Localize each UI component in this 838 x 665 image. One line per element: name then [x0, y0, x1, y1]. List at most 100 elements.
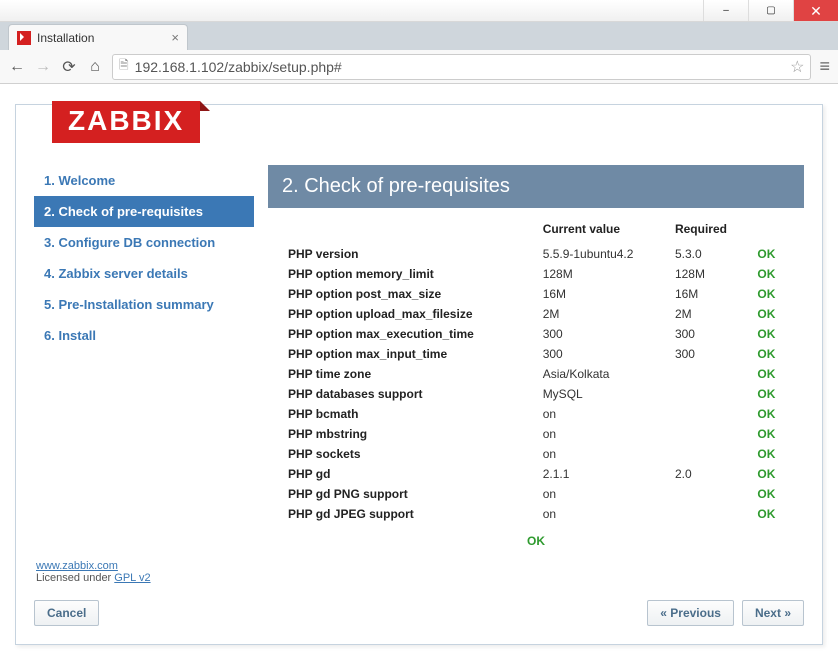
table-row: PHP version5.5.9-1ubuntu4.25.3.0OK [282, 244, 790, 264]
req-name: PHP time zone [282, 364, 537, 384]
req-name: PHP gd [282, 464, 537, 484]
summary-status: OK [527, 534, 545, 548]
wizard-step[interactable]: 4. Zabbix server details [34, 258, 254, 289]
col-status [751, 218, 790, 244]
req-current: on [537, 484, 669, 504]
req-required: 300 [669, 344, 751, 364]
req-required [669, 504, 751, 524]
wizard-step-list: 1. Welcome2. Check of pre-requisites3. C… [34, 165, 254, 351]
req-name: PHP bcmath [282, 404, 537, 424]
req-status: OK [751, 344, 790, 364]
wizard-step[interactable]: 6. Install [34, 320, 254, 351]
wizard-step[interactable]: 5. Pre-Installation summary [34, 289, 254, 320]
installer-card: ZABBIX 1. Welcome2. Check of pre-requisi… [15, 104, 823, 645]
url-text: 192.168.1.102/zabbix/setup.php# [135, 59, 342, 75]
req-status: OK [751, 364, 790, 384]
col-required: Required [669, 218, 751, 244]
window-minimize-button[interactable]: – [703, 0, 748, 21]
req-current: 2.1.1 [537, 464, 669, 484]
req-required [669, 484, 751, 504]
req-required [669, 404, 751, 424]
viewport: ZABBIX 1. Welcome2. Check of pre-requisi… [0, 84, 838, 665]
table-row: PHP option post_max_size16M16MOK [282, 284, 790, 304]
table-row: PHP time zoneAsia/Kolkata OK [282, 364, 790, 384]
table-row: PHP gd PNG supporton OK [282, 484, 790, 504]
browser-toolbar: ← → ⟳ ⌂ 🗎 192.168.1.102/zabbix/setup.php… [0, 50, 838, 84]
req-name: PHP sockets [282, 444, 537, 464]
wizard-step[interactable]: 3. Configure DB connection [34, 227, 254, 258]
req-current: 300 [537, 344, 669, 364]
col-name [282, 218, 537, 244]
req-status: OK [751, 504, 790, 524]
back-button[interactable]: ← [8, 58, 26, 76]
cancel-button[interactable]: Cancel [34, 600, 99, 626]
req-current: on [537, 504, 669, 524]
window-close-button[interactable]: ✕ [793, 0, 838, 21]
req-status: OK [751, 464, 790, 484]
table-row: PHP option upload_max_filesize2M2MOK [282, 304, 790, 324]
req-current: on [537, 424, 669, 444]
req-required [669, 444, 751, 464]
req-required: 2M [669, 304, 751, 324]
window-maximize-button[interactable]: ▢ [748, 0, 793, 21]
browser-tab[interactable]: Installation × [8, 24, 188, 50]
table-row: PHP mbstringonOK [282, 424, 790, 444]
table-row: PHP databases supportMySQL OK [282, 384, 790, 404]
req-current: 2M [537, 304, 669, 324]
req-status: OK [751, 484, 790, 504]
home-button[interactable]: ⌂ [86, 58, 104, 76]
address-bar[interactable]: 🗎 192.168.1.102/zabbix/setup.php# ☆ [112, 54, 811, 80]
table-row: PHP option memory_limit128M128MOK [282, 264, 790, 284]
wizard-step[interactable]: 1. Welcome [34, 165, 254, 196]
footer-links: www.zabbix.com Licensed under GPL v2 [34, 554, 254, 590]
req-required: 300 [669, 324, 751, 344]
site-link[interactable]: www.zabbix.com [36, 560, 118, 572]
license-link[interactable]: GPL v2 [114, 572, 150, 584]
req-name: PHP databases support [282, 384, 537, 404]
req-name: PHP option post_max_size [282, 284, 537, 304]
req-status: OK [751, 244, 790, 264]
table-row: PHP gd2.1.12.0OK [282, 464, 790, 484]
table-row: PHP gd JPEG supporton OK [282, 504, 790, 524]
col-current: Current value [537, 218, 669, 244]
next-button[interactable]: Next » [742, 600, 804, 626]
req-status: OK [751, 384, 790, 404]
tab-close-icon[interactable]: × [171, 30, 179, 45]
browser-menu-button[interactable]: ≡ [819, 56, 830, 77]
wizard-step[interactable]: 2. Check of pre-requisites [34, 196, 254, 227]
wizard-sidebar: 1. Welcome2. Check of pre-requisites3. C… [34, 165, 254, 626]
bookmark-star-icon[interactable]: ☆ [790, 57, 804, 77]
table-row: PHP bcmathonOK [282, 404, 790, 424]
zabbix-favicon [17, 31, 31, 45]
req-required [669, 364, 751, 384]
req-status: OK [751, 264, 790, 284]
panel-title: 2. Check of pre-requisites [268, 165, 804, 208]
req-current: on [537, 444, 669, 464]
req-name: PHP gd PNG support [282, 484, 537, 504]
req-current: 5.5.9-1ubuntu4.2 [537, 244, 669, 264]
table-row: PHP socketsonOK [282, 444, 790, 464]
zabbix-logo: ZABBIX [52, 101, 200, 143]
reload-button[interactable]: ⟳ [60, 58, 78, 76]
previous-button[interactable]: « Previous [647, 600, 734, 626]
forward-button[interactable]: → [34, 58, 52, 76]
req-current: Asia/Kolkata [537, 364, 669, 384]
req-required [669, 384, 751, 404]
req-required: 2.0 [669, 464, 751, 484]
req-name: PHP option max_execution_time [282, 324, 537, 344]
req-current: MySQL [537, 384, 669, 404]
table-row: PHP option max_execution_time300300OK [282, 324, 790, 344]
req-required: 128M [669, 264, 751, 284]
req-name: PHP option max_input_time [282, 344, 537, 364]
license-text: Licensed under [36, 572, 114, 584]
req-name: PHP gd JPEG support [282, 504, 537, 524]
req-status: OK [751, 304, 790, 324]
req-status: OK [751, 404, 790, 424]
req-current: 300 [537, 324, 669, 344]
req-required: 16M [669, 284, 751, 304]
window-titlebar: – ▢ ✕ [0, 0, 838, 22]
tab-title: Installation [37, 31, 94, 45]
req-status: OK [751, 424, 790, 444]
wizard-buttons: « Previous Next » [268, 592, 804, 626]
requirements-scroll[interactable]: Current value Required PHP version5.5.9-… [268, 208, 804, 592]
